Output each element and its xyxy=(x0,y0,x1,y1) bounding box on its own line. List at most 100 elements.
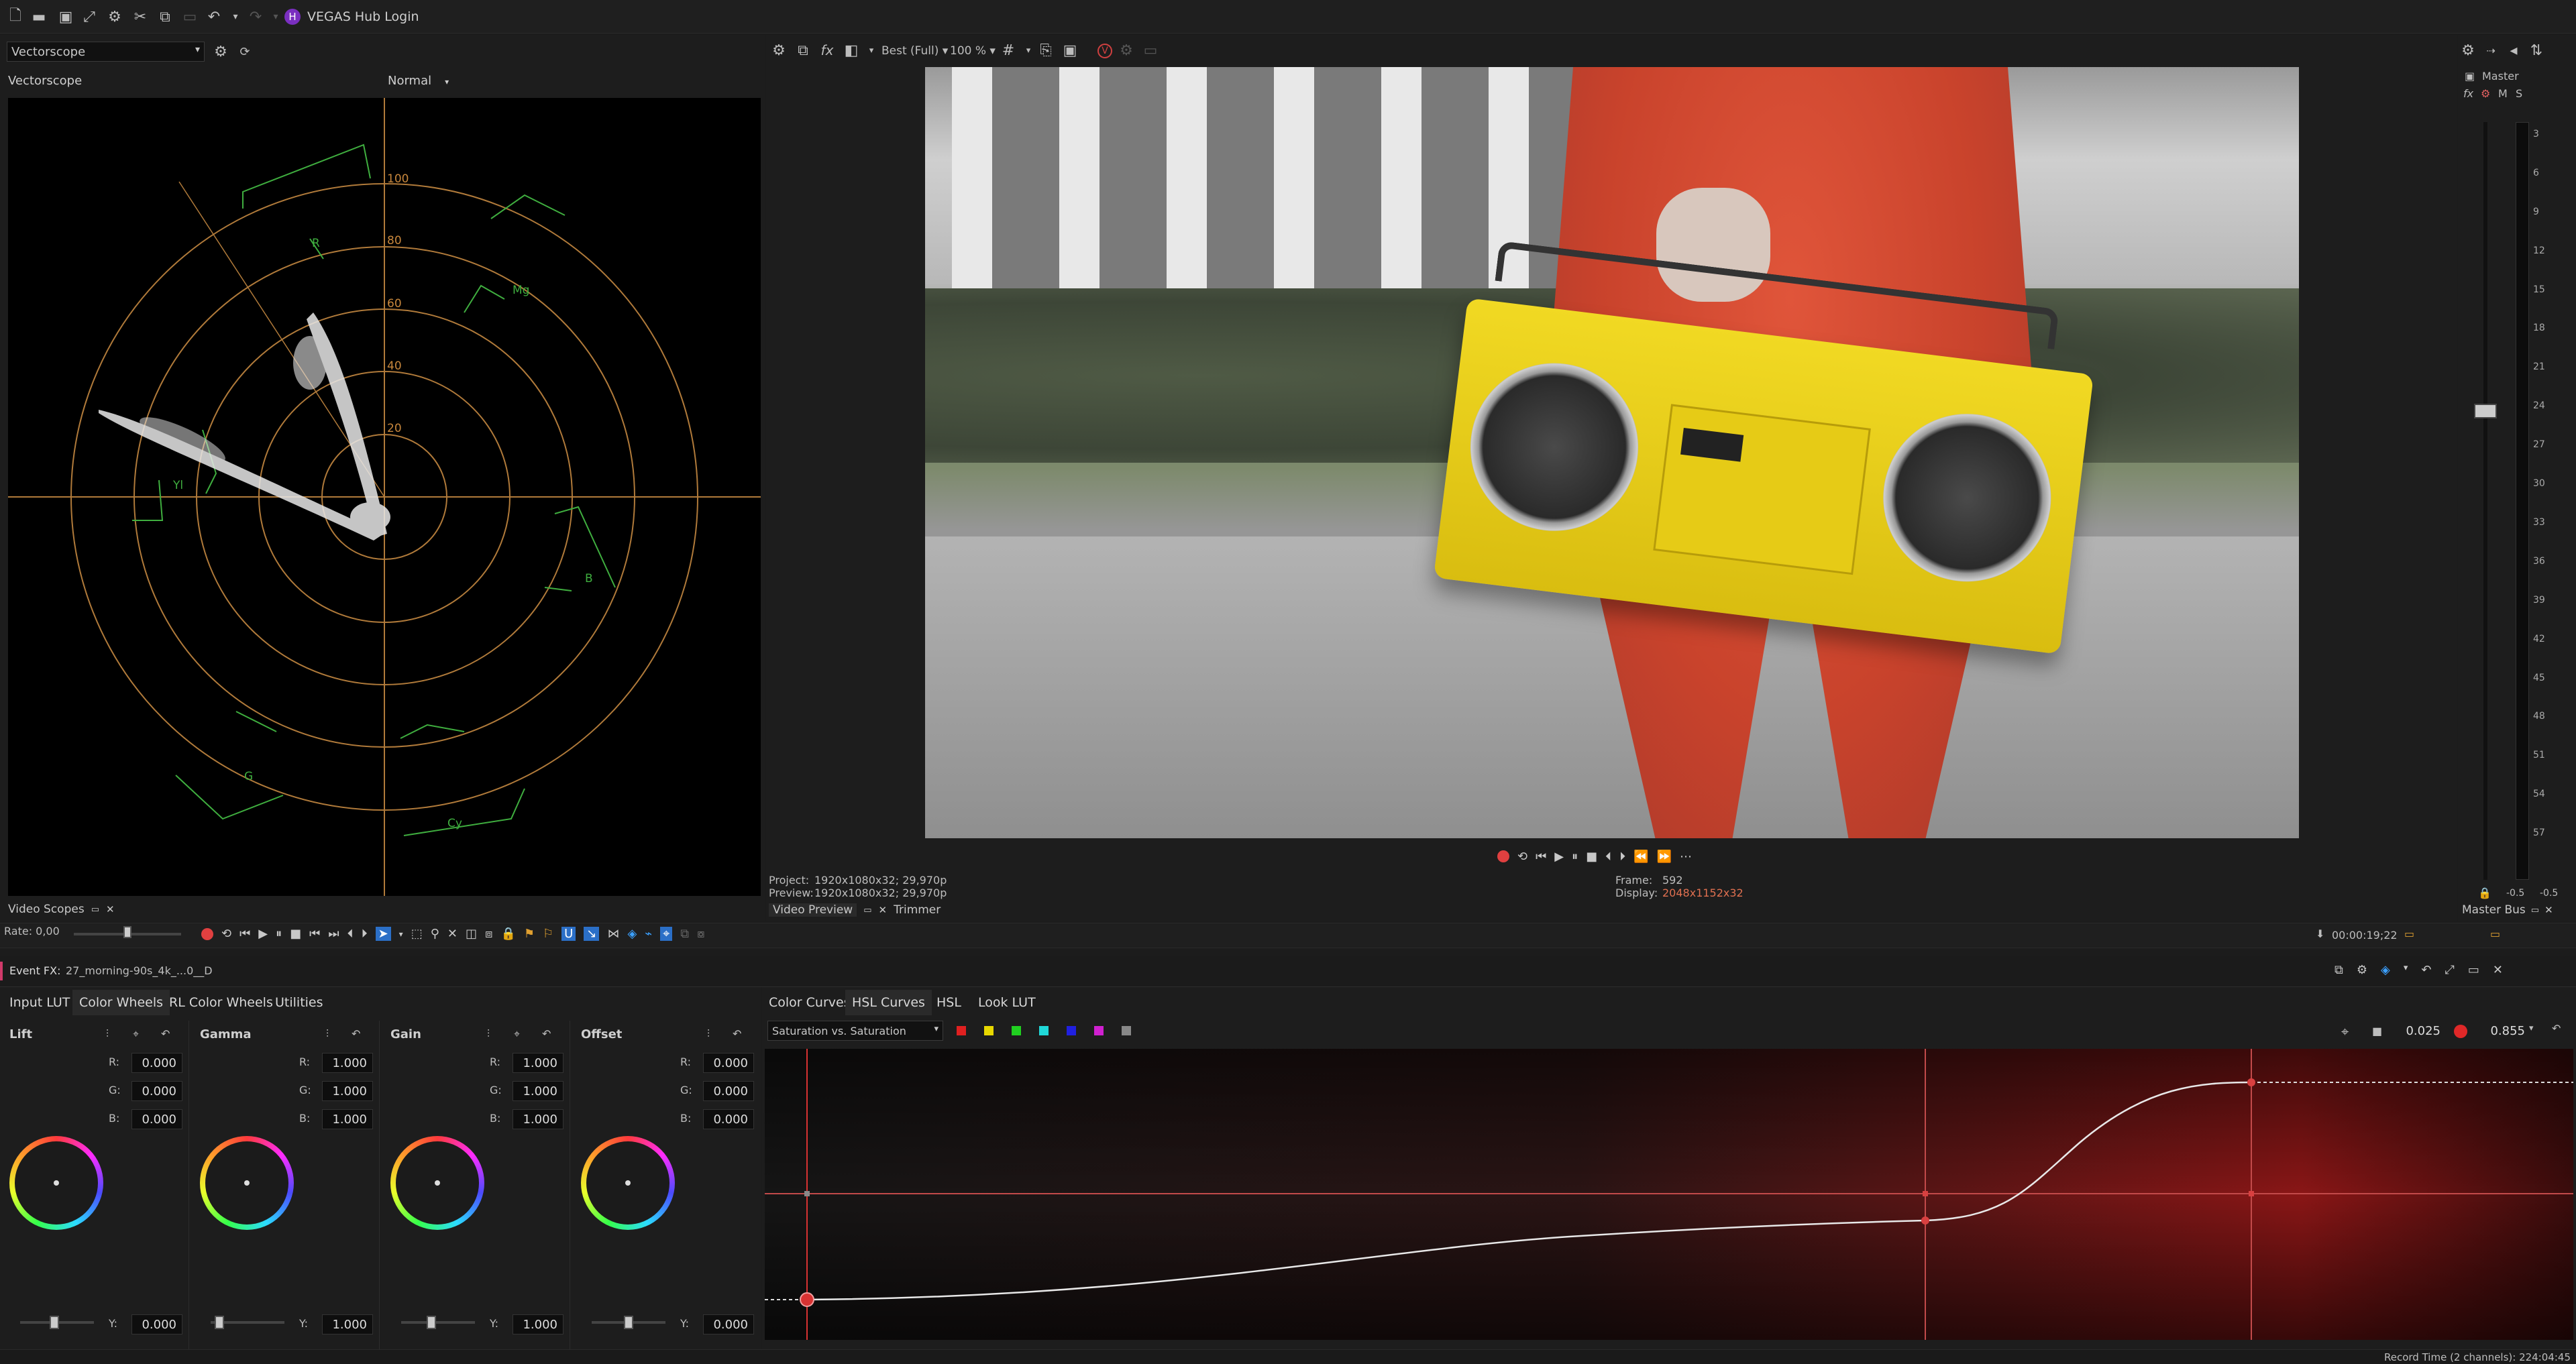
bus-fx-settings-icon[interactable]: ⚙ xyxy=(2481,87,2490,100)
curve-value-1[interactable]: 0.025 xyxy=(2385,1021,2446,1041)
swatch-gray[interactable] xyxy=(1122,1026,1131,1035)
gamma-r-field[interactable]: 1.000 xyxy=(322,1053,373,1073)
render-icon[interactable]: ⤢ xyxy=(80,8,98,25)
tab-rl-color-wheels[interactable]: RL Color Wheels xyxy=(162,990,280,1015)
curve-point[interactable] xyxy=(2247,1078,2255,1086)
gain-target-icon[interactable]: ⌖ xyxy=(514,1027,520,1041)
stop-icon[interactable]: ■ xyxy=(1586,850,1597,864)
plugin-chooser-icon[interactable]: ⚙ xyxy=(2357,963,2367,977)
go-to-start-icon[interactable]: ⏮ xyxy=(309,927,320,941)
envelope-icon[interactable]: ⌁ xyxy=(645,927,652,941)
close-icon[interactable]: ✕ xyxy=(106,903,115,915)
redo-dropdown-icon[interactable]: ▾ xyxy=(267,8,284,25)
plugin-chain-icon[interactable]: ⧉ xyxy=(2334,963,2343,977)
gain-color-wheel[interactable] xyxy=(390,1136,484,1230)
open-folder-icon[interactable]: ▬ xyxy=(30,8,48,25)
next-frame-icon[interactable]: ⏵ xyxy=(362,927,368,941)
wrench-icon[interactable]: ✂ xyxy=(131,8,149,25)
pop-out-icon[interactable]: ⤢ xyxy=(2445,963,2454,977)
tab-color-wheels[interactable]: Color Wheels xyxy=(72,990,170,1015)
close-icon[interactable]: ✕ xyxy=(2493,963,2503,977)
delete-icon[interactable]: ✕ xyxy=(447,927,458,941)
offset-b-field[interactable]: 0.000 xyxy=(703,1109,754,1129)
wheel-handle[interactable] xyxy=(625,1180,631,1186)
pause-icon[interactable]: ⏸ xyxy=(276,927,282,941)
offset-r-field[interactable]: 0.000 xyxy=(703,1053,754,1073)
gamma-b-field[interactable]: 1.000 xyxy=(322,1109,373,1129)
curve-mode-select[interactable]: Saturation vs. Saturation ▾ xyxy=(767,1021,943,1041)
scope-settings-icon[interactable]: ⚙ xyxy=(212,43,229,60)
external-monitor-icon[interactable]: ⧉ xyxy=(794,42,812,59)
close-icon[interactable]: ✕ xyxy=(2544,904,2553,916)
pause-icon[interactable]: ⏸ xyxy=(1572,850,1578,864)
lift-y-slider[interactable] xyxy=(50,1316,59,1329)
split-screen-icon[interactable]: ◧ xyxy=(843,42,860,59)
picker-icon[interactable]: ⌖ xyxy=(2341,1023,2349,1039)
play-from-start-icon[interactable]: ⏮ xyxy=(1536,850,1546,864)
tab-color-curves[interactable]: Color Curves xyxy=(762,990,857,1015)
offset-y-field[interactable]: 0.000 xyxy=(703,1314,754,1334)
vegas-hub-icon[interactable]: H xyxy=(284,9,301,25)
lift-b-field[interactable]: 0.000 xyxy=(131,1109,182,1129)
new-file-icon[interactable]: 🗋 xyxy=(7,7,24,25)
gamma-g-field[interactable]: 1.000 xyxy=(322,1081,373,1101)
auto-ripple-icon[interactable]: ↘ xyxy=(584,927,600,941)
event-fx-icon[interactable]: ◈ xyxy=(627,927,637,941)
save-icon[interactable]: ▣ xyxy=(57,8,74,25)
grid-dropdown-icon[interactable]: ▾ xyxy=(1020,42,1037,59)
lift-reset-icon[interactable]: ↶ xyxy=(161,1027,170,1040)
preset-dropdown-icon[interactable]: ▾ xyxy=(2404,963,2408,977)
stop-icon[interactable]: ■ xyxy=(290,927,301,941)
swatch-green[interactable] xyxy=(1012,1026,1021,1035)
prev-marker-icon[interactable]: ⏪ xyxy=(1633,850,1648,864)
scope-mode-select[interactable]: Normal ▾ xyxy=(388,74,449,88)
curve-anchor[interactable] xyxy=(2249,1191,2254,1196)
offset-sliders-icon[interactable]: ⫶ xyxy=(707,1027,710,1041)
undock-icon[interactable]: ▭ xyxy=(91,905,99,915)
curve-point-active[interactable] xyxy=(800,1292,814,1307)
preview-settings-icon[interactable]: ⚙ xyxy=(770,42,788,59)
next-marker-icon[interactable]: ⏩ xyxy=(1657,850,1672,864)
save-snapshot-icon[interactable]: ▣ xyxy=(1061,42,1079,59)
reset-icon[interactable]: ↶ xyxy=(2421,963,2431,977)
tab-hsl[interactable]: HSL xyxy=(930,990,968,1015)
loop-icon[interactable]: ⟲ xyxy=(221,927,231,941)
crossfade-icon[interactable]: ⋈ xyxy=(607,927,619,941)
swatch-cyan[interactable] xyxy=(1039,1026,1049,1035)
tab-video-preview[interactable]: Video Preview xyxy=(769,903,857,917)
selection-tool-icon[interactable]: ⬚ xyxy=(411,927,423,941)
copy-snapshot-icon[interactable]: ⎘ xyxy=(1037,42,1055,59)
tab-hsl-curves[interactable]: HSL Curves xyxy=(845,990,932,1015)
pan-crop-icon[interactable]: ⌖ xyxy=(660,927,673,941)
speaker-icon[interactable]: ◂ xyxy=(2505,42,2522,59)
gamma-reset-icon[interactable]: ↶ xyxy=(352,1027,360,1040)
wheel-handle[interactable] xyxy=(435,1180,440,1186)
copy-icon[interactable]: ⧉ xyxy=(156,8,174,25)
swatch-blue[interactable] xyxy=(1067,1026,1076,1035)
downmix-icon[interactable]: ⇢ xyxy=(2482,42,2500,59)
swatch-red[interactable] xyxy=(957,1026,966,1035)
lift-r-field[interactable]: 0.000 xyxy=(131,1053,182,1073)
paste-icon[interactable]: ▭ xyxy=(181,8,199,25)
curve-point[interactable] xyxy=(1921,1216,1929,1225)
tab-input-lut[interactable]: Input LUT xyxy=(3,990,76,1015)
gain-y-field[interactable]: 1.000 xyxy=(513,1314,564,1334)
lift-target-icon[interactable]: ⌖ xyxy=(133,1027,139,1041)
undock-icon[interactable]: ▭ xyxy=(2468,963,2479,977)
curve-anchor[interactable] xyxy=(804,1191,810,1196)
redo-icon[interactable]: ↷ xyxy=(247,8,264,25)
marker-icon[interactable]: ⚑ xyxy=(524,927,535,941)
trim-icon[interactable]: ◫ xyxy=(466,927,477,941)
mixer-menu-icon[interactable]: ⇅ xyxy=(2528,42,2545,59)
gamma-y-slider[interactable] xyxy=(215,1316,224,1329)
prev-frame-icon[interactable]: ⏴ xyxy=(1605,850,1611,864)
offset-reset-icon[interactable]: ↶ xyxy=(733,1027,741,1040)
loop-icon[interactable]: ⟲ xyxy=(1517,850,1527,864)
offset-g-field[interactable]: 0.000 xyxy=(703,1081,754,1101)
swatch-yellow[interactable] xyxy=(984,1026,994,1035)
solo-button[interactable]: S xyxy=(2516,87,2522,100)
close-icon[interactable]: ✕ xyxy=(879,904,888,916)
go-to-end-icon[interactable]: ⏭ xyxy=(328,927,339,941)
gain-b-field[interactable]: 1.000 xyxy=(513,1109,564,1129)
settings-icon[interactable]: ⚙ xyxy=(106,8,123,25)
